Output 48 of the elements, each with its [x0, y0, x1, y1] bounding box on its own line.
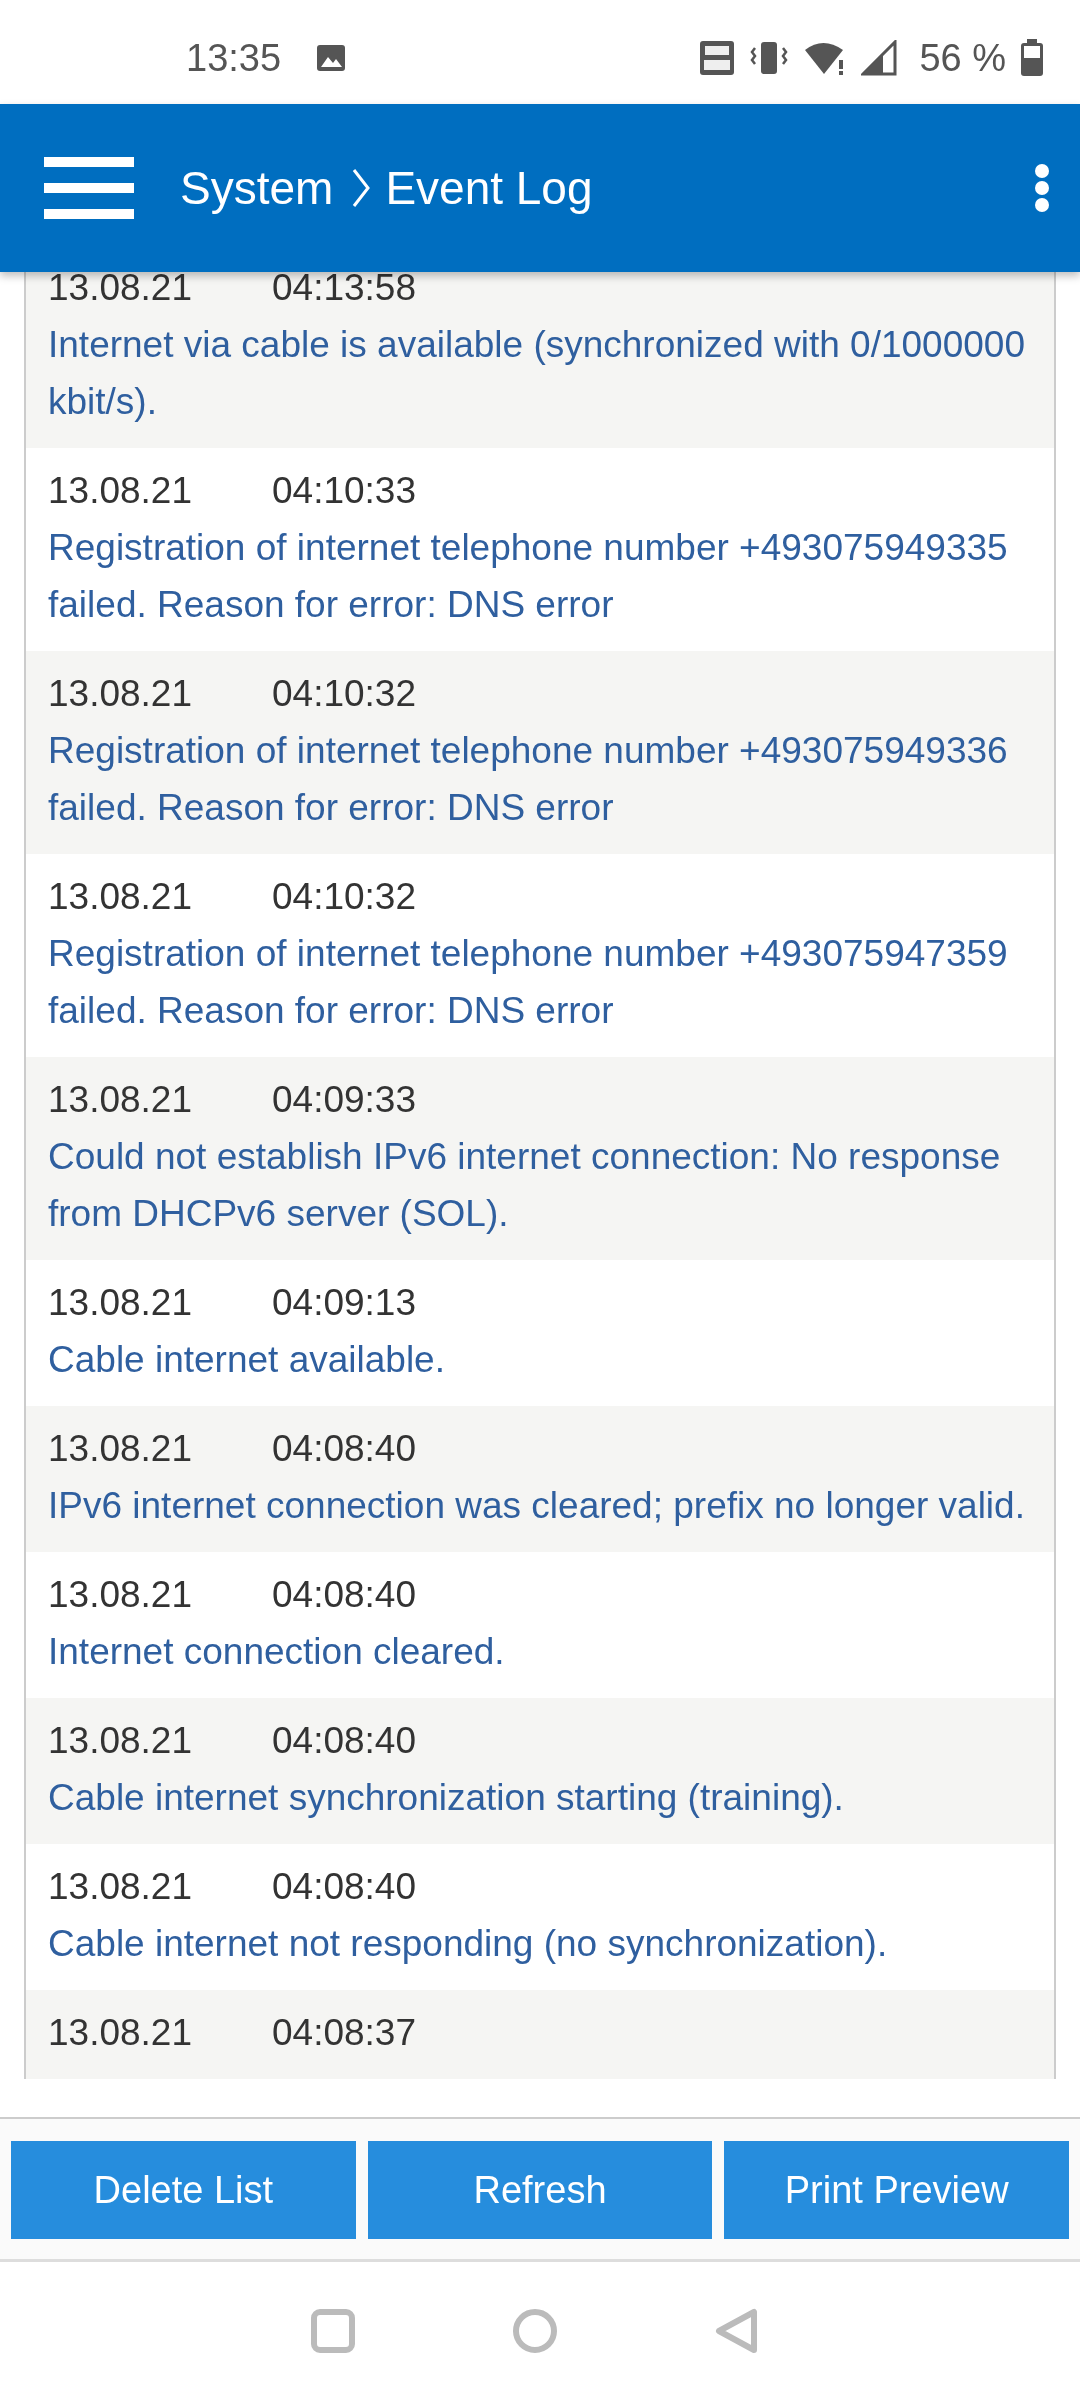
event-date: 13.08.21: [48, 672, 194, 716]
action-button[interactable]: Print Preview: [724, 2141, 1069, 2239]
breadcrumb: System: [180, 161, 334, 215]
menu-icon[interactable]: [44, 157, 134, 219]
event-message: Cable internet synchronization starting (training).: [48, 1776, 845, 1820]
action-button[interactable]: Delete List: [11, 2141, 356, 2239]
event-time: 04:08:40: [272, 1719, 417, 1763]
event-message: Cable internet not responding (no synchronization).: [48, 1922, 889, 1966]
event-message: Internet via cable is available (synchronized with 0/1000000 kbit/s).: [48, 323, 1026, 424]
battery-percent: 56 %: [919, 36, 1006, 80]
event-message: Registration of internet telephone number +493075949336 failed. Reason for error: DNS error: [48, 729, 1009, 830]
event-message: Cable internet available.: [48, 1338, 446, 1382]
battery-icon: [1020, 39, 1044, 77]
event-time: 04:13:58: [272, 272, 417, 310]
event-date: 13.08.21: [48, 1078, 194, 1122]
event-date: 13.08.21: [48, 272, 194, 310]
event-time: 04:08:40: [272, 1865, 417, 1909]
vibrate-icon: [749, 40, 790, 76]
event-time: 04:10:32: [272, 875, 417, 919]
event-time: 04:08:40: [272, 1573, 417, 1617]
home-icon[interactable]: [512, 2308, 558, 2354]
event-time: 04:10:33: [272, 469, 417, 513]
signal-icon: [861, 40, 898, 76]
event-date: 13.08.21: [48, 1427, 194, 1471]
event-message: Registration of internet telephone number +493075947359 failed. Reason for error: DNS error: [48, 932, 1009, 1033]
back-icon[interactable]: [714, 2308, 760, 2354]
event-date: 13.08.21: [48, 2011, 194, 2055]
recents-icon[interactable]: [310, 2308, 356, 2354]
image-icon: [315, 42, 348, 74]
event-date: 13.08.21: [48, 875, 194, 919]
event-time: 04:08:40: [272, 1427, 417, 1471]
event-date: 13.08.21: [48, 1719, 194, 1763]
event-message: IPv6 internet connection was cleared; prefix no longer valid.: [48, 1484, 1026, 1528]
event-time: 04:09:13: [272, 1281, 417, 1325]
event-date: 13.08.21: [48, 1281, 194, 1325]
event-date: 13.08.21: [48, 469, 194, 513]
event-message: Registration of internet telephone number +493075949335 failed. Reason for error: DNS error: [48, 526, 1009, 627]
breadcrumb: Event Log: [385, 161, 593, 215]
more-icon[interactable]: [1034, 164, 1050, 212]
event-date: 13.08.21: [48, 1573, 194, 1617]
event-time: 04:08:37: [272, 2011, 417, 2055]
status-time: 13:35: [186, 36, 282, 80]
event-time: 04:09:33: [272, 1078, 417, 1122]
event-message: Could not establish IPv6 internet connection: No response from DHCPv6 server (SOL).: [48, 1135, 1002, 1236]
event-time: 04:10:32: [272, 672, 417, 716]
event-date: 13.08.21: [48, 1865, 194, 1909]
event-message: Internet connection cleared.: [48, 1630, 506, 1674]
action-button[interactable]: Refresh: [367, 2141, 713, 2239]
